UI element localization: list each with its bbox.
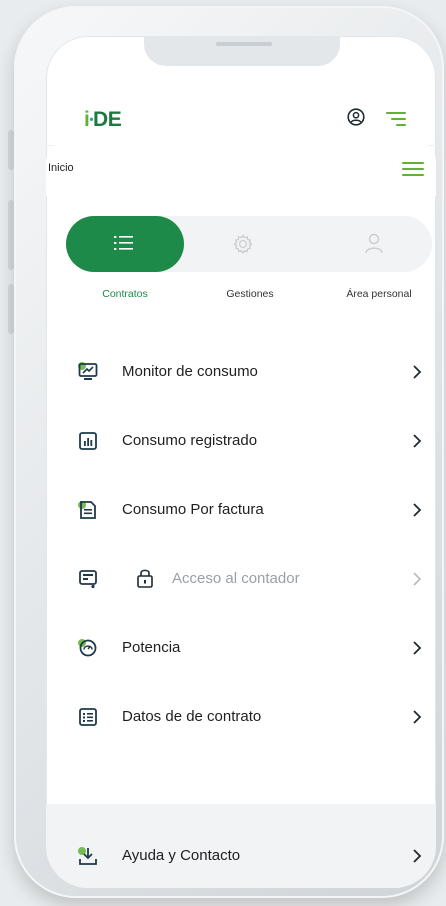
menu-item-label: Consumo Por factura [122,501,264,518]
chevron-right-icon [413,849,422,863]
chevron-right-icon [413,434,422,448]
menu-item-label: Potencia [122,639,181,656]
section-tabs [66,216,432,272]
footer-area: Ayuda y Contacto [46,804,436,888]
invoice-icon [78,501,96,519]
tab-label-area-personal[interactable]: Área personal [324,288,434,300]
breadcrumb-bar: Inicio [46,142,436,196]
app-logo[interactable]: i•DE [84,108,122,132]
chevron-right-icon [413,365,422,379]
chevron-right-icon [413,641,422,655]
meter-icon [79,570,97,589]
menu-item-label: Consumo registrado [122,432,258,449]
download-help-icon [78,847,97,865]
menu-item-ayuda-contacto[interactable]: Ayuda y Contacto [46,832,436,880]
logo-letters-de: DE [93,108,122,131]
lock-icon [137,569,153,588]
contract-list-icon [79,708,97,726]
chevron-right-icon [413,572,422,586]
bar-chart-icon [79,432,97,450]
tab-contratos[interactable] [66,216,184,272]
chevron-right-icon [413,710,422,724]
phone-notch [144,36,340,66]
list-icon [114,236,133,250]
menu-item-label: Ayuda y Contacto [122,847,241,864]
menu-lines-icon[interactable] [386,112,406,126]
gear-icon[interactable] [232,233,254,255]
hamburger-icon[interactable] [402,162,424,176]
menu-item-consumo-factura[interactable]: Consumo Por factura [46,486,436,534]
menu-item-potencia[interactable]: Potencia [46,624,436,672]
user-account-icon[interactable] [347,108,365,126]
menu-item-monitor-consumo[interactable]: Monitor de consumo [46,348,436,396]
menu-item-label: Monitor de consumo [122,363,258,380]
tab-label-contratos[interactable]: Contratos [70,288,180,300]
tab-label-gestiones[interactable]: Gestiones [195,288,305,300]
menu-item-consumo-registrado[interactable]: Consumo registrado [46,417,436,465]
gauge-icon [78,639,97,657]
user-icon[interactable] [364,232,384,254]
menu-item-acceso-contador[interactable]: Acceso al contador [46,555,436,603]
breadcrumb: Inicio [48,162,74,174]
app-header: i•DE [46,76,436,146]
phone-frame: i•DE Inicio Contratos Gestiones Área per… [14,6,444,898]
chevron-right-icon [413,503,422,517]
phone-speaker [216,42,272,46]
phone-screen: i•DE Inicio Contratos Gestiones Área per… [46,36,436,888]
menu-item-label: Acceso al contador [172,570,300,587]
monitor-icon [78,362,98,380]
menu-item-label: Datos de de contrato [122,708,262,725]
menu-item-datos-contrato[interactable]: Datos de de contrato [46,693,436,741]
